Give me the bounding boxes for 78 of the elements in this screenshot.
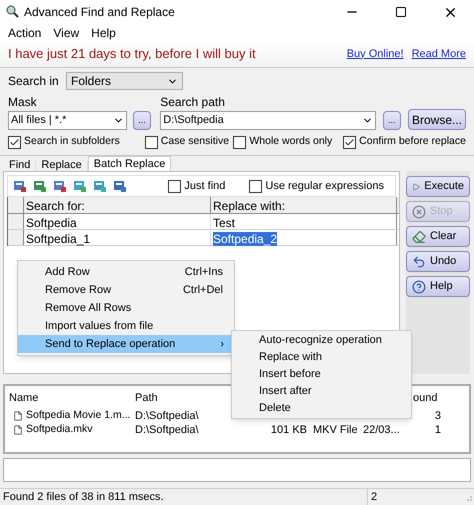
- maximize-icon[interactable]: [395, 6, 407, 18]
- table-cell-text: D:\Softpedia\: [135, 409, 200, 424]
- mask-combobox[interactable]: All files | *.*: [8, 111, 127, 130]
- toolbar-icon[interactable]: [33, 179, 47, 193]
- checkbox[interactable]: [249, 180, 262, 192]
- menu-item[interactable]: Replace with: [232, 349, 411, 366]
- banner-link[interactable]: Read More: [412, 46, 466, 62]
- checkbox-label: Confirm before replace: [359, 134, 466, 150]
- action-button[interactable]: Execute: [406, 176, 470, 197]
- action-button[interactable]: Undo: [406, 251, 470, 272]
- column-header: Search for:: [24, 197, 211, 213]
- window-title: Advanced Find and Replace: [24, 4, 176, 21]
- column-header[interactable]: Name: [9, 390, 38, 406]
- table-cell-text: D:\Softpedia\: [135, 423, 200, 438]
- checkbox-label: Search in subfolders: [24, 134, 120, 150]
- search-in-dropdown[interactable]: Folders: [66, 72, 183, 90]
- toolbar-icon[interactable]: [53, 179, 67, 193]
- file-name[interactable]: Softpedia.mkv: [26, 422, 93, 438]
- action-button[interactable]: Clear: [406, 226, 470, 247]
- file-icon: [13, 425, 23, 436]
- checkbox-label: Use regular expressions: [265, 178, 384, 194]
- menu-item[interactable]: Insert after: [232, 383, 411, 400]
- table-cell[interactable]: Test: [213, 216, 236, 230]
- menu-item[interactable]: Remove Row Ctrl+Del: [18, 281, 234, 299]
- search-path-combobox[interactable]: D:\Softpedia: [160, 111, 376, 130]
- checkbox[interactable]: [233, 136, 246, 148]
- toolbar-icon[interactable]: [93, 179, 107, 193]
- checkbox-label: Just find: [184, 178, 226, 194]
- table-cell-text: MKV File: [312, 423, 357, 438]
- trial-message: I have just 21 days to try, before I will buy it: [8, 45, 257, 64]
- menu-item[interactable]: Import values from file: [18, 317, 234, 335]
- browse-button[interactable]: Browse...: [408, 109, 466, 130]
- menu-item[interactable]: Insert before: [232, 366, 411, 383]
- checkbox-label: Whole words only: [249, 134, 332, 150]
- field-label: Search in: [8, 73, 60, 90]
- file-icon: [13, 411, 23, 422]
- eraser-icon: [412, 230, 426, 244]
- tab[interactable]: Batch Replace: [88, 156, 172, 171]
- menu-item[interactable]: Remove All Rows: [18, 299, 234, 317]
- table-cell[interactable]: Softpedia: [24, 214, 211, 229]
- checkbox[interactable]: [168, 180, 182, 192]
- checkbox[interactable]: [8, 136, 21, 148]
- file-name[interactable]: Softpedia Movie 1.m...: [26, 408, 130, 424]
- table-cell-text: 3: [434, 409, 442, 424]
- undo-icon: [412, 254, 426, 268]
- row-header: [8, 230, 24, 245]
- menu-item[interactable]: View: [53, 24, 80, 42]
- table-cell[interactable]: Softpedia_1: [24, 230, 211, 245]
- column-header[interactable]: Path: [135, 390, 158, 406]
- field-label: Mask: [8, 94, 38, 111]
- path-browse-button[interactable]: ...: [382, 111, 401, 130]
- menu-item[interactable]: Add Row Ctrl+Ins: [18, 263, 234, 281]
- magnifier-icon: [4, 4, 20, 20]
- mask-browse-button[interactable]: ...: [132, 111, 152, 130]
- menu-item[interactable]: Delete: [232, 400, 411, 417]
- banner-link[interactable]: Buy Online!: [346, 46, 404, 62]
- toolbar-icon[interactable]: [13, 179, 27, 193]
- status-message: Found 2 files of 38 in 811 msecs.: [2, 490, 165, 505]
- field-label: Search path: [160, 94, 226, 111]
- column-header: Replace with:: [211, 197, 397, 213]
- checkbox-label: Case sensitive: [160, 134, 230, 150]
- table-cell-text: 101 KB: [270, 423, 307, 438]
- checkbox[interactable]: [343, 136, 356, 148]
- table-cell-text: 22/03...: [362, 423, 401, 438]
- table-cell[interactable]: Softpedia_2: [213, 232, 278, 246]
- status-count: 2: [367, 488, 429, 505]
- toolbar-icon[interactable]: [113, 179, 127, 193]
- menu-item[interactable]: Help: [91, 24, 116, 42]
- action-button[interactable]: Help: [406, 276, 470, 297]
- stop-icon: [412, 204, 426, 218]
- toolbar-icon[interactable]: [73, 179, 87, 193]
- menu-item[interactable]: Action: [8, 24, 42, 42]
- menu-item[interactable]: Send to Replace operation ›: [18, 335, 234, 353]
- help-icon: [412, 280, 426, 294]
- table-cell-text: 1: [434, 423, 442, 438]
- checkbox[interactable]: [144, 136, 158, 148]
- menu-item[interactable]: Auto-recognize operation: [232, 332, 411, 349]
- column-header[interactable]: ound: [413, 390, 438, 406]
